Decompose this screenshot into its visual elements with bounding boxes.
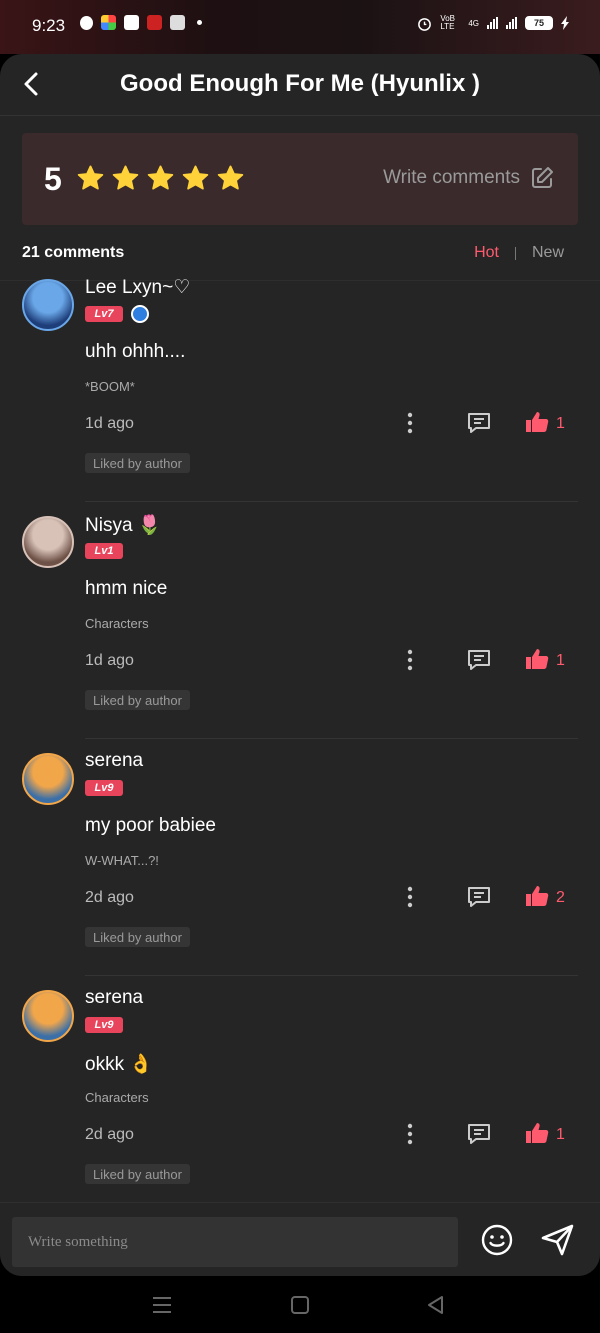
signal-icon-2 xyxy=(506,17,517,29)
send-icon[interactable] xyxy=(540,1223,576,1257)
avatar[interactable] xyxy=(22,990,74,1042)
network-label: 4G xyxy=(468,18,479,28)
star-icon xyxy=(112,165,139,190)
comment-item: serena Lv9 my poor babiee W-WHAT...?! 2d… xyxy=(0,739,600,976)
gallery-icon xyxy=(170,15,185,30)
comment-chapter-ref: *BOOM* xyxy=(85,379,135,394)
back-nav-icon[interactable] xyxy=(425,1294,447,1316)
rating-box: 5 Write comments xyxy=(22,133,578,225)
comment-list: Lee Lxyn~♡ Lv7 uhh ohhh.... *BOOM* 1d ag… xyxy=(0,277,600,1213)
reply-icon[interactable] xyxy=(466,411,492,435)
edit-icon xyxy=(532,167,553,188)
comments-header: 21 comments Hot New xyxy=(22,244,578,266)
comment-text: my poor babiee xyxy=(85,815,216,836)
rating-score: 5 xyxy=(44,161,62,197)
more-options-icon[interactable] xyxy=(403,649,417,671)
status-right: VoB LTE 4G 75 xyxy=(417,15,570,31)
comment-time: 2d ago xyxy=(85,889,134,906)
sort-divider xyxy=(514,246,516,260)
comment-item: Nisya 🌷 Lv1 hmm nice Characters 1d ago 1… xyxy=(0,502,600,739)
reply-icon[interactable] xyxy=(466,1122,492,1146)
more-options-icon[interactable] xyxy=(403,886,417,908)
like-count: 2 xyxy=(556,889,565,906)
home-nav-icon[interactable] xyxy=(289,1294,311,1316)
sort-hot-tab[interactable]: Hot xyxy=(474,244,499,262)
comment-item: Lee Lxyn~♡ Lv7 uhh ohhh.... *BOOM* 1d ag… xyxy=(0,277,600,502)
app-icon xyxy=(124,15,139,30)
avatar[interactable] xyxy=(22,516,74,568)
liked-by-author-badge: Liked by author xyxy=(85,453,190,473)
like-icon[interactable] xyxy=(524,410,550,434)
comment-time: 2d ago xyxy=(85,1126,134,1143)
liked-by-author-badge: Liked by author xyxy=(85,927,190,947)
like-icon[interactable] xyxy=(524,647,550,671)
star-icon xyxy=(147,165,174,190)
comment-username[interactable]: serena xyxy=(85,987,143,1009)
snapchat-icon xyxy=(80,15,93,30)
comments-screen: Good Enough For Me (Hyunlix ) 5 Write co… xyxy=(0,54,600,1276)
app-icon-red xyxy=(147,15,162,30)
liked-by-author-badge: Liked by author xyxy=(85,1164,190,1184)
like-count: 1 xyxy=(556,652,565,669)
menu-nav-icon[interactable] xyxy=(151,1294,173,1316)
comment-username[interactable]: Lee Lxyn~♡ xyxy=(85,276,190,299)
star-icon xyxy=(217,165,244,190)
rating-stars xyxy=(76,164,245,193)
comment-text: okkk 👌 xyxy=(85,1054,154,1075)
level-badge: Lv7 xyxy=(85,306,123,322)
page-title: Good Enough For Me (Hyunlix ) xyxy=(120,70,480,97)
avatar[interactable] xyxy=(22,279,74,331)
like-count: 1 xyxy=(556,415,565,432)
level-badge: Lv1 xyxy=(85,543,123,559)
level-badge: Lv9 xyxy=(85,1017,123,1033)
comment-input[interactable] xyxy=(12,1217,458,1267)
star-icon xyxy=(182,165,209,190)
like-count: 1 xyxy=(556,1126,565,1143)
avatar[interactable] xyxy=(22,753,74,805)
comment-chapter-ref: Characters xyxy=(85,1090,149,1105)
comment-composer xyxy=(0,1202,600,1276)
comment-chapter-ref: W-WHAT...?! xyxy=(85,853,159,868)
sort-new-tab[interactable]: New xyxy=(532,244,564,262)
level-badge: Lv9 xyxy=(85,780,123,796)
comment-item: serena Lv9 okkk 👌 Characters 2d ago 1 Li… xyxy=(0,976,600,1213)
comments-count: 21 comments xyxy=(22,244,125,261)
notification-icons xyxy=(80,15,202,30)
like-icon[interactable] xyxy=(524,1121,550,1145)
comment-time: 1d ago xyxy=(85,652,134,669)
signal-icon xyxy=(487,17,498,29)
volte-label: VoB LTE xyxy=(440,14,456,31)
like-icon[interactable] xyxy=(524,884,550,908)
comment-username[interactable]: serena xyxy=(85,750,143,772)
status-time: 9:23 xyxy=(32,16,66,35)
more-notifications-icon xyxy=(197,20,202,25)
comment-text: hmm nice xyxy=(85,578,168,599)
system-nav-bar xyxy=(0,1276,600,1333)
reply-icon[interactable] xyxy=(466,648,492,672)
battery-icon: 75 xyxy=(525,16,553,30)
emoji-icon[interactable] xyxy=(480,1223,514,1257)
comment-username[interactable]: Nisya 🌷 xyxy=(85,513,161,537)
write-comments-label: Write comments xyxy=(383,167,520,188)
star-icon xyxy=(77,165,104,190)
reply-icon[interactable] xyxy=(466,885,492,909)
comment-time: 1d ago xyxy=(85,415,134,432)
more-options-icon[interactable] xyxy=(403,412,417,434)
alarm-icon xyxy=(418,17,432,31)
comment-text: uhh ohhh.... xyxy=(85,341,186,362)
status-bar: 9:23 VoB LTE 4G 75 xyxy=(0,0,600,54)
sort-tabs: Hot New xyxy=(474,244,564,262)
author-badge-icon xyxy=(131,305,149,323)
liked-by-author-badge: Liked by author xyxy=(85,690,190,710)
write-comments-button[interactable]: Write comments xyxy=(383,166,554,190)
photos-icon xyxy=(101,15,116,30)
header: Good Enough For Me (Hyunlix ) xyxy=(0,54,600,116)
more-options-icon[interactable] xyxy=(403,1123,417,1145)
comment-chapter-ref: Characters xyxy=(85,616,149,631)
charging-icon xyxy=(561,16,569,30)
